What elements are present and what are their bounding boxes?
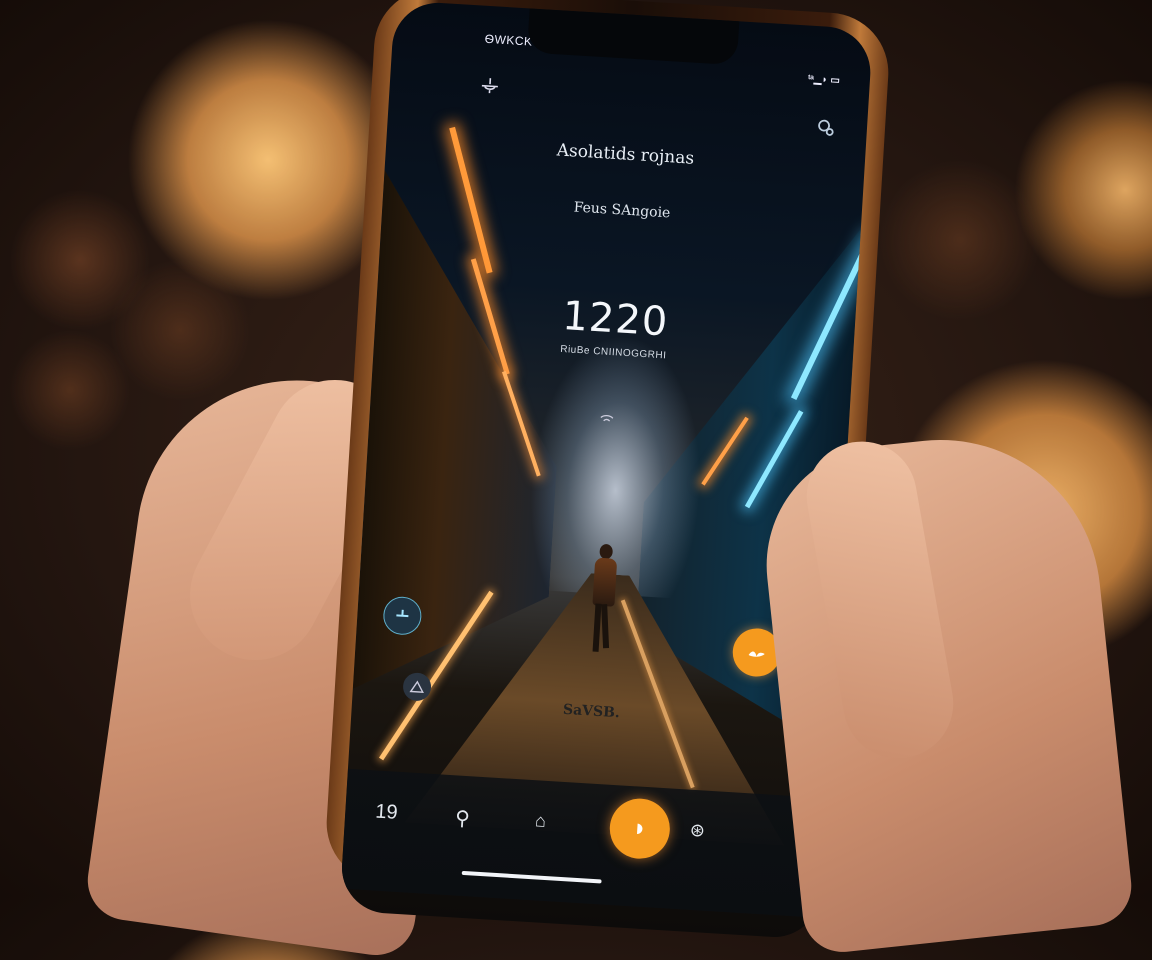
bottom-navigation — [340, 768, 827, 918]
person-leg — [601, 604, 610, 649]
status-bar-right: ᵗᵃ▁◗ ▭ — [807, 73, 841, 87]
person-leg — [592, 603, 602, 652]
ceiling-fan-icon[interactable] — [477, 75, 502, 98]
screen-subtitle: Feus SAngoie — [573, 199, 671, 222]
phone-notch — [526, 8, 739, 66]
settings-icon[interactable] — [814, 116, 837, 139]
number-19-icon[interactable]: 19 — [375, 801, 399, 825]
status-bar-left: ѲWKCK — [484, 31, 533, 49]
nav-fab-glyph: ◗ — [631, 814, 648, 843]
globe-icon[interactable]: ⊛ — [689, 820, 705, 842]
signal-icon — [599, 413, 614, 427]
home-icon[interactable]: ⌂ — [534, 810, 547, 832]
person-body — [592, 557, 618, 607]
location-pin-icon[interactable]: ⚲ — [454, 805, 470, 831]
